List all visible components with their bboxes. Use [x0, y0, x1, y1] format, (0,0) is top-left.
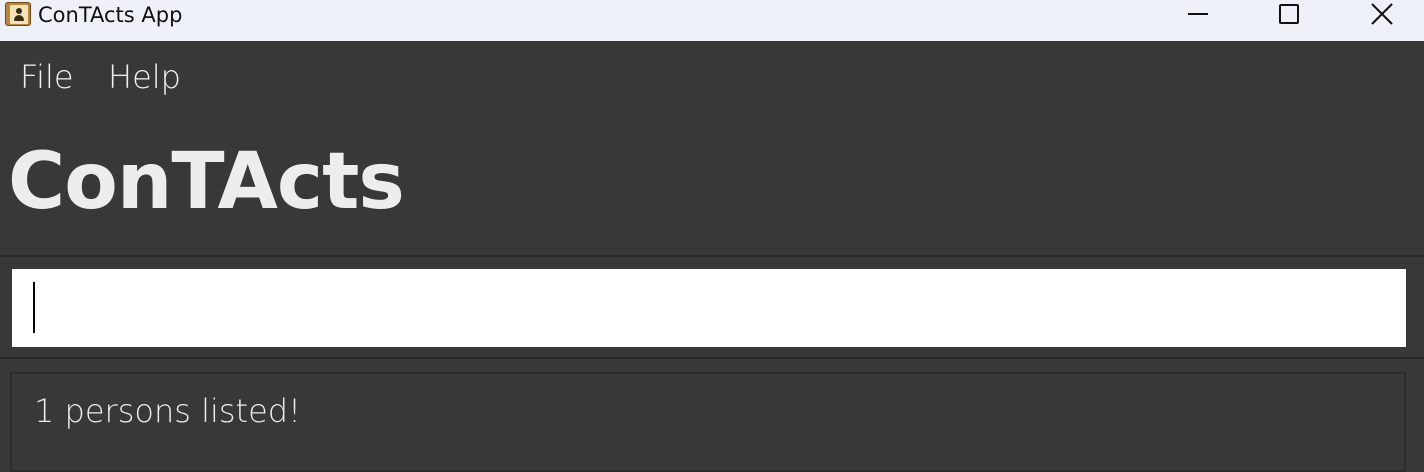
- close-button[interactable]: [1336, 0, 1424, 28]
- window-title: ConTActs App: [38, 3, 183, 27]
- result-display: 1 persons listed!: [10, 372, 1406, 472]
- divider: [0, 255, 1424, 257]
- command-input[interactable]: [12, 269, 1406, 347]
- maximize-button[interactable]: [1243, 0, 1335, 28]
- contacts-book-icon: [5, 2, 31, 26]
- icon-person-body: [14, 15, 24, 21]
- menu-help[interactable]: Help: [108, 57, 181, 97]
- close-icon: [1371, 3, 1393, 25]
- result-message: 1 persons listed!: [34, 392, 301, 430]
- minimize-icon: [1188, 13, 1208, 15]
- app-heading: ConTActs: [8, 137, 405, 227]
- menu-bar: File Help: [0, 41, 1424, 111]
- text-caret: [33, 282, 35, 333]
- divider: [0, 357, 1424, 359]
- menu-file[interactable]: File: [20, 57, 74, 97]
- minimize-button[interactable]: [1152, 0, 1244, 28]
- icon-person-head: [16, 8, 22, 14]
- window-titlebar: ConTActs App: [0, 0, 1424, 41]
- maximize-icon: [1279, 4, 1299, 24]
